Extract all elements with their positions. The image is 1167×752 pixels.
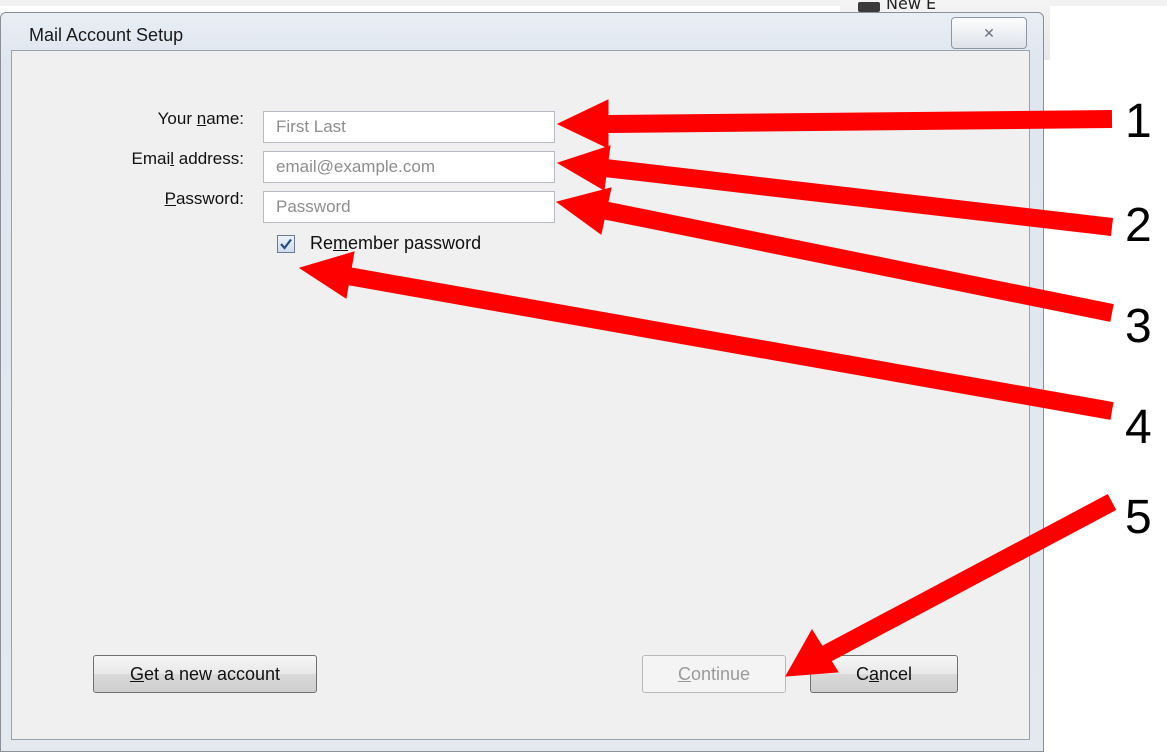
dialog-content: Your name: Email address: Password: Reme… [11, 50, 1030, 740]
annotation-number-5: 5 [1125, 491, 1152, 544]
background-app-icon [858, 2, 880, 12]
remember-password-label[interactable]: Remember password [310, 233, 481, 254]
checkmark-icon [280, 238, 292, 250]
dialog-title: Mail Account Setup [29, 25, 184, 45]
cancel-button[interactable]: Ca ncel [810, 655, 958, 693]
screenshot-stage: New E Mail Account Setup ✕ Your name: Em… [0, 0, 1167, 752]
email-label: Email address: [131, 149, 244, 168]
annotation-number-1: 1 [1125, 95, 1152, 148]
name-label: Your name: [157, 109, 244, 128]
mail-account-setup-dialog: Mail Account Setup ✕ Your name: Email ad… [0, 12, 1044, 752]
annotation-number-2: 2 [1125, 199, 1152, 252]
password-label: Password: [164, 189, 244, 208]
get-new-account-button[interactable]: Get a new account [93, 655, 317, 693]
email-input[interactable] [263, 151, 555, 183]
annotation-number-4: 4 [1125, 401, 1152, 454]
close-button[interactable]: ✕ [951, 17, 1027, 49]
password-input[interactable] [263, 191, 555, 223]
remember-password-checkbox[interactable] [277, 235, 295, 253]
name-input[interactable] [263, 111, 555, 143]
continue-button[interactable]: Continue [642, 655, 786, 693]
close-icon: ✕ [983, 24, 995, 41]
annotation-number-3: 3 [1125, 300, 1152, 353]
